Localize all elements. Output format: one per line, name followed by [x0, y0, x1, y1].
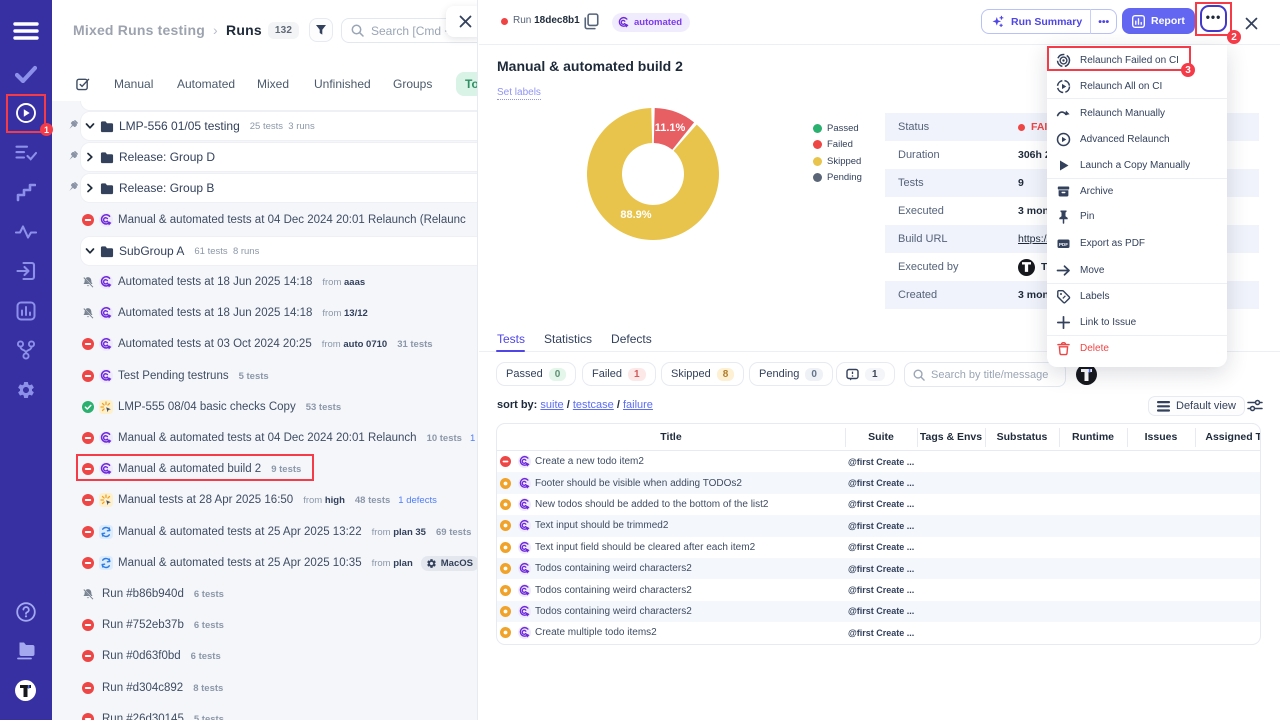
svg-text:88.9%: 88.9%	[620, 209, 651, 221]
svg-text:11.1%: 11.1%	[655, 122, 686, 134]
